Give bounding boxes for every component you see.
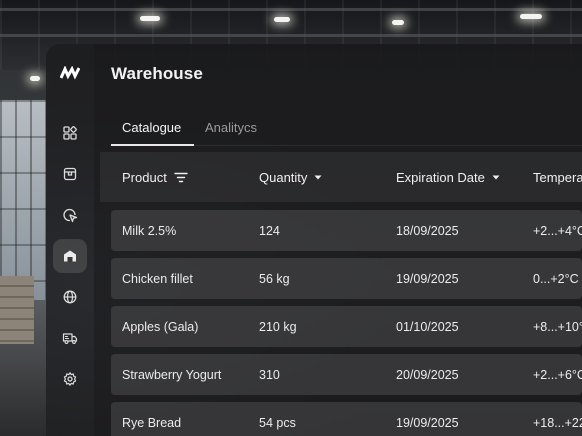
cell-quantity: 54 pcs [259, 416, 296, 430]
inventory-box-icon [63, 167, 77, 181]
column-header-expiration-date[interactable]: Expiration Date [396, 170, 500, 185]
sort-caret-icon[interactable] [492, 175, 500, 180]
column-label: Expiration Date [396, 170, 485, 185]
sidebar-item-inventory[interactable] [53, 157, 87, 191]
tab-bar: Catalogue Analitycs [111, 120, 582, 146]
dashboard-icon [63, 126, 77, 140]
cell-product: Chicken fillet [122, 272, 193, 286]
cell-product: Strawberry Yogurt [122, 368, 222, 382]
cell-expiration-date: 18/09/2025 [396, 224, 459, 238]
column-label: Quantity [259, 170, 308, 185]
pallet-stack [0, 276, 34, 344]
column-label: Tempera [533, 170, 582, 185]
cell-expiration-date: 01/10/2025 [396, 320, 459, 334]
table-row[interactable]: Apples (Gala) 210 kg 01/10/2025 +8...+10… [111, 306, 582, 347]
filter-icon[interactable] [174, 172, 188, 183]
globe-icon [63, 290, 77, 304]
ceiling-lamp [392, 20, 404, 25]
column-label: Product [122, 170, 167, 185]
cell-expiration-date: 19/09/2025 [396, 272, 459, 286]
table-row[interactable]: Chicken fillet 56 kg 19/09/2025 0...+2°C [111, 258, 582, 299]
sidebar-item-global[interactable] [53, 280, 87, 314]
warehouse-window [0, 100, 46, 300]
settings-gear-icon [63, 372, 77, 386]
column-header-quantity[interactable]: Quantity [259, 170, 322, 185]
table-row[interactable]: Rye Bread 54 pcs 19/09/2025 +18...+22 [111, 402, 582, 436]
warehouse-icon [64, 250, 76, 262]
column-header-temperature[interactable]: Tempera [533, 170, 582, 185]
cell-temperature: +18...+22 [533, 416, 582, 430]
cell-product: Rye Bread [122, 416, 182, 430]
sidebar-item-delivery[interactable] [53, 321, 87, 355]
cell-product: Apples (Gala) [122, 320, 199, 334]
ceiling-lamp [274, 17, 290, 22]
cell-temperature: +2...+4°C [533, 224, 582, 238]
tab-analytics[interactable]: Analitycs [205, 120, 257, 135]
delivery-truck-icon [62, 333, 78, 344]
table-row[interactable]: Milk 2.5% 124 18/09/2025 +2...+4°C [111, 210, 582, 251]
page-title: Warehouse [111, 64, 203, 83]
sidebar [46, 44, 94, 436]
ceiling-lamp [520, 14, 542, 19]
logo-icon [60, 66, 80, 80]
sidebar-item-settings[interactable] [53, 362, 87, 396]
cell-temperature: +2...+6°C [533, 368, 582, 382]
cell-quantity: 210 kg [259, 320, 297, 334]
active-tab-indicator [111, 144, 194, 146]
sidebar-item-warehouse[interactable] [53, 239, 87, 273]
cell-expiration-date: 20/09/2025 [396, 368, 459, 382]
cell-quantity: 310 [259, 368, 280, 382]
ceiling-lamp [30, 76, 40, 81]
tab-catalogue[interactable]: Catalogue [122, 120, 181, 135]
cell-temperature: +8...+10° [533, 320, 582, 334]
ceiling-beam [0, 8, 582, 11]
location-cursor-icon [63, 208, 78, 223]
sort-caret-icon[interactable] [314, 175, 322, 180]
ceiling-beam [0, 34, 582, 37]
catalogue-table: Product Quantity Expiration Date Tempera [100, 152, 582, 436]
cell-expiration-date: 19/09/2025 [396, 416, 459, 430]
column-header-product[interactable]: Product [122, 170, 188, 185]
sidebar-item-dashboard[interactable] [53, 116, 87, 150]
sidebar-item-tracking[interactable] [53, 198, 87, 232]
table-row[interactable]: Strawberry Yogurt 310 20/09/2025 +2...+6… [111, 354, 582, 395]
cell-product: Milk 2.5% [122, 224, 177, 238]
table-header: Product Quantity Expiration Date Tempera [100, 152, 582, 202]
cell-temperature: 0...+2°C [533, 272, 579, 286]
ceiling-lamp [140, 16, 160, 21]
cell-quantity: 56 kg [259, 272, 290, 286]
main-panel: Warehouse Catalogue Analitycs Product Qu… [94, 44, 582, 436]
cell-quantity: 124 [259, 224, 280, 238]
